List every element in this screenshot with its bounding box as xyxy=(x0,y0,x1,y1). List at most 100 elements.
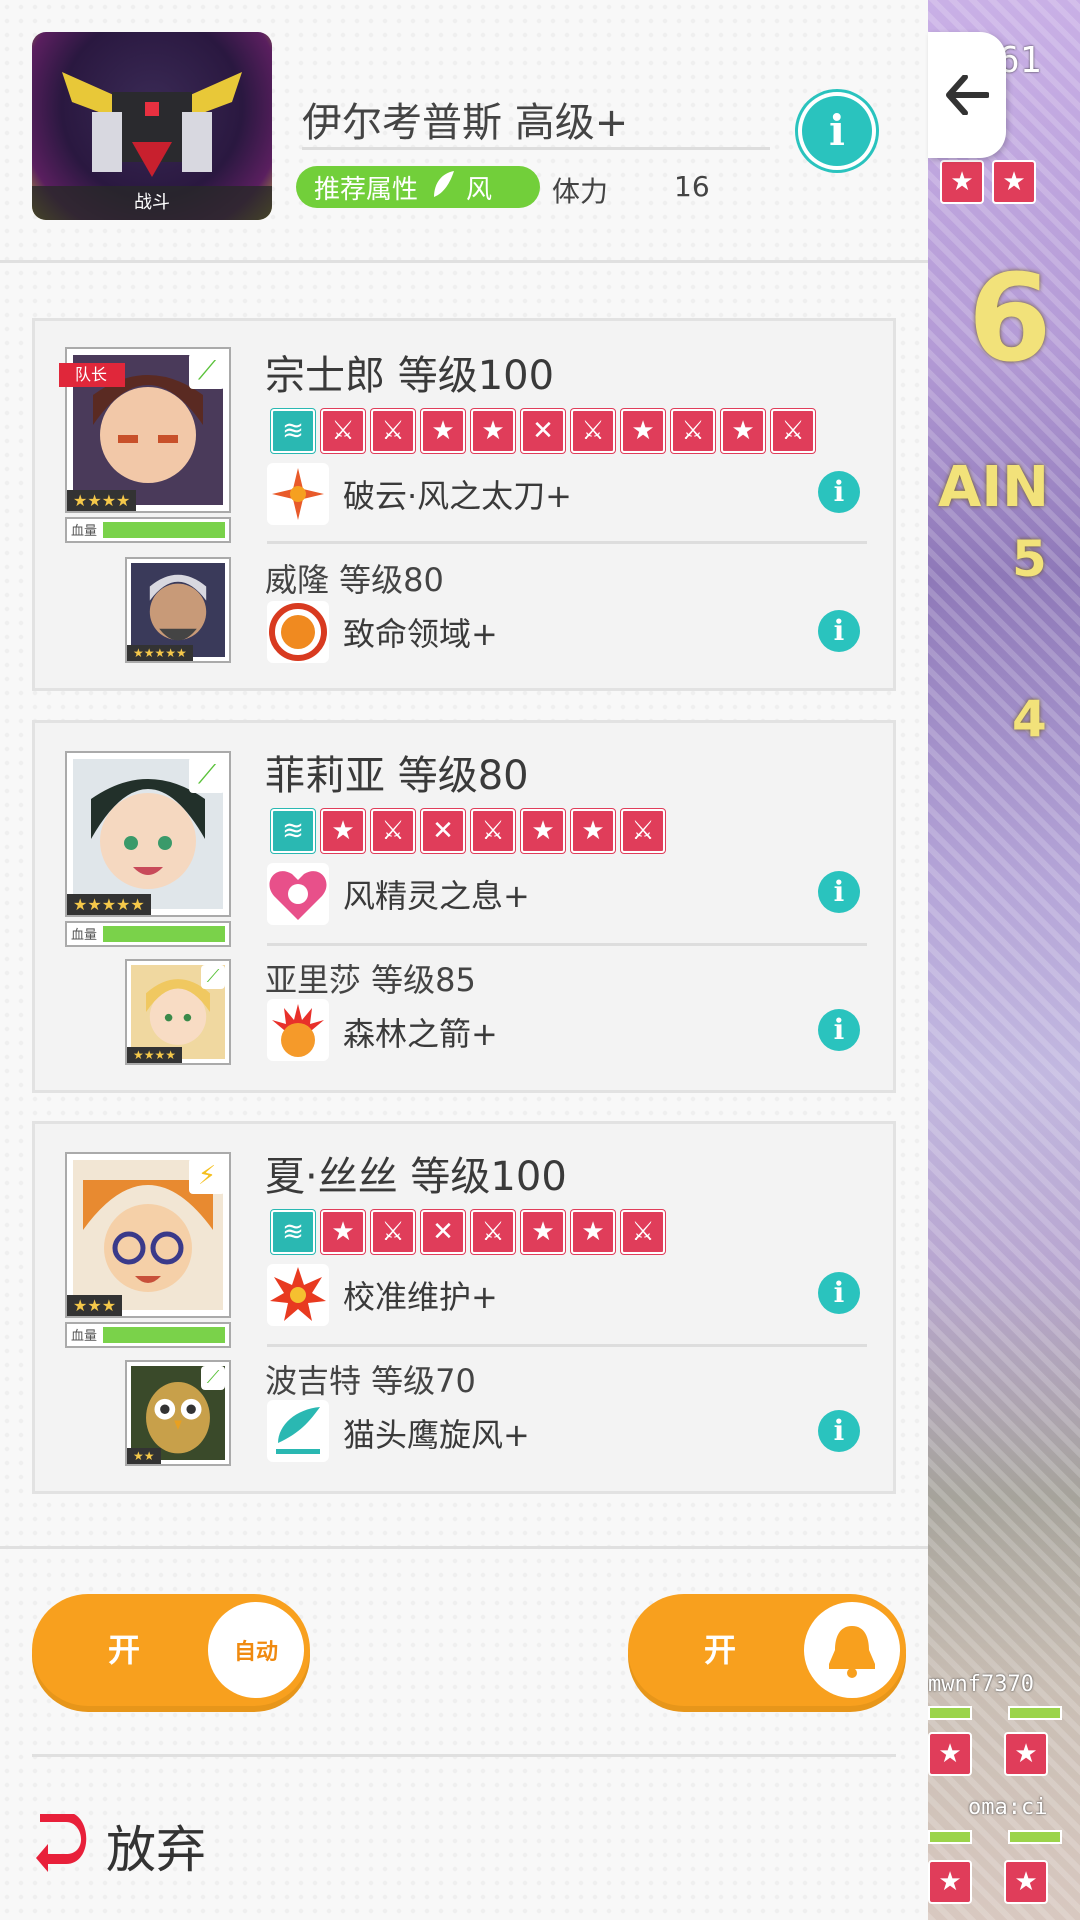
party-panel: 战斗 伊尔考普斯 高级+ 推荐属性 风 体力 16 i 队长 ⟋ ★★★★ 血量… xyxy=(0,0,928,1920)
hp-fill xyxy=(103,522,225,538)
main-character-avatar[interactable]: ⚡ ★★★ xyxy=(65,1152,231,1318)
main-character-name: 夏·丝丝 等级100 xyxy=(265,1154,567,1200)
quest-title: 伊尔考普斯 高级+ xyxy=(302,100,629,146)
main-skill-name: 破云·风之太刀+ xyxy=(343,477,572,515)
star-card-icon: ★ xyxy=(571,809,615,853)
team-slot-3[interactable]: ⚡ ★★★ 血量 夏·丝丝 等级100 ≋ ★ ⚔ ✕ ⚔ ★ ★ ⚔ 校准维护… xyxy=(32,1121,896,1494)
bell-icon xyxy=(804,1602,900,1698)
row-divider xyxy=(267,541,867,544)
player-name-1: mwnf7370 xyxy=(928,1672,1034,1697)
sub-skill-name: 致命领域+ xyxy=(343,615,498,653)
wind-card-icon: ≋ xyxy=(271,1210,315,1254)
rarity-stars: ★★★ xyxy=(67,1295,123,1316)
auto-battle-toggle[interactable]: 开 自动 xyxy=(32,1594,310,1706)
star-card-icon: ★ xyxy=(471,409,515,453)
backdrop-card: ★ xyxy=(1004,1860,1048,1904)
slash-card-icon: ✕ xyxy=(421,1210,465,1254)
auto-toggle-knob: 自动 xyxy=(208,1602,304,1698)
hp-fill xyxy=(103,1327,225,1343)
rarity-stars: ★★★★ xyxy=(67,490,137,511)
sub-skill-info-button[interactable]: i xyxy=(818,1009,860,1051)
sword-card-icon: ⚔ xyxy=(371,409,415,453)
rarity-stars: ★★★★★ xyxy=(127,645,193,661)
main-skill-name: 校准维护+ xyxy=(343,1278,498,1316)
sub-skill-info-button[interactable]: i xyxy=(818,1410,860,1452)
auto-toggle-state: 开 xyxy=(108,1631,141,1669)
team-list-divider xyxy=(0,1546,928,1549)
backdrop-card: ★ xyxy=(1004,1732,1048,1776)
abandon-label: 放弃 xyxy=(106,1821,206,1879)
player-hp-bar xyxy=(928,1830,972,1844)
arrow-left-icon xyxy=(946,75,989,115)
hp-bar: 血量 xyxy=(65,517,231,543)
sword-card-icon: ⚔ xyxy=(771,409,815,453)
team-slot-2[interactable]: ⟋ ★★★★★ 血量 菲莉亚 等级80 ≋ ★ ⚔ ✕ ⚔ ★ ★ ⚔ 风精灵之… xyxy=(32,720,896,1093)
rarity-stars: ★★★★★ xyxy=(67,894,151,915)
slash-card-icon: ✕ xyxy=(421,809,465,853)
sub-character-name: 波吉特 等级70 xyxy=(265,1362,476,1400)
stamina-label: 体力 xyxy=(552,175,609,208)
character-portrait-icon xyxy=(131,563,225,657)
thunder-element-icon: ⚡ xyxy=(189,1158,225,1194)
player-hp-bar xyxy=(928,1706,972,1720)
sword-card-icon: ⚔ xyxy=(471,809,515,853)
star-card-icon: ★ xyxy=(321,1210,365,1254)
leader-tag: 队长 xyxy=(59,363,126,387)
recommended-label: 推荐属性 xyxy=(314,174,419,205)
sub-skill-info-button[interactable]: i xyxy=(818,610,860,652)
sub-skill-name: 猫头鹰旋风+ xyxy=(343,1416,530,1454)
sub-character-avatar[interactable]: ⟋ ★★★★ xyxy=(125,959,231,1065)
footer-divider xyxy=(32,1754,896,1757)
wind-element-icon: ⟋ xyxy=(189,757,225,793)
team-slot-1[interactable]: 队长 ⟋ ★★★★ 血量 宗士郎 等级100 ≋ ⚔ ⚔ ★ ★ ✕ ⚔ ★ ⚔… xyxy=(32,318,896,691)
hp-label: 血量 xyxy=(71,1329,98,1344)
quest-boss-thumbnail: 战斗 xyxy=(32,32,272,220)
wind-element-icon: ⟋ xyxy=(189,353,225,389)
rarity-stars: ★★★★ xyxy=(127,1047,183,1063)
sub-character-avatar[interactable]: ★★★★★ xyxy=(125,557,231,663)
backdrop-card: ★ xyxy=(940,160,984,204)
hp-bar: 血量 xyxy=(65,921,231,947)
star-card-icon: ★ xyxy=(321,809,365,853)
hp-bar: 血量 xyxy=(65,1322,231,1348)
row-divider xyxy=(267,1344,867,1347)
sub-skill-name: 森林之箭+ xyxy=(343,1015,498,1053)
combo-number: 6 xyxy=(968,250,1052,389)
backdrop-card: ★ xyxy=(992,160,1036,204)
sword-card-icon: ⚔ xyxy=(621,809,665,853)
game-backdrop: 61 ★ ★ 6 AIN 5 4 mwnf7370 ★ ★ oma:ci ★ ★ xyxy=(928,0,1080,1920)
main-skill-info-button[interactable]: i xyxy=(818,471,860,513)
card-deck: ≋ ★ ⚔ ✕ ⚔ ★ ★ ⚔ xyxy=(271,809,665,853)
explosion-icon xyxy=(267,1264,329,1326)
hp-label: 血量 xyxy=(71,928,98,943)
quest-type-tag: 战斗 xyxy=(32,186,272,220)
star-card-icon: ★ xyxy=(521,1210,565,1254)
main-skill-info-button[interactable]: i xyxy=(818,871,860,913)
sub-character-name: 亚里莎 等级85 xyxy=(265,961,476,999)
card-deck: ≋ ★ ⚔ ✕ ⚔ ★ ★ ⚔ xyxy=(271,1210,665,1254)
main-skill-info-button[interactable]: i xyxy=(818,1272,860,1314)
main-skill-name: 风精灵之息+ xyxy=(343,877,530,915)
sword-card-icon: ⚔ xyxy=(571,409,615,453)
sword-card-icon: ⚔ xyxy=(371,809,415,853)
wind-card-icon: ≋ xyxy=(271,409,315,453)
sword-card-icon: ⚔ xyxy=(671,409,715,453)
wind-element-icon: ⟋ xyxy=(201,1366,225,1390)
main-character-avatar[interactable]: ⟋ ★★★★★ xyxy=(65,751,231,917)
wind-feather-icon xyxy=(267,1400,329,1462)
quest-info-button[interactable]: i xyxy=(802,96,872,166)
main-character-avatar[interactable]: 队长 ⟋ ★★★★ xyxy=(59,347,231,513)
abandon-button[interactable]: 放弃 xyxy=(30,1810,206,1882)
sword-card-icon: ⚔ xyxy=(471,1210,515,1254)
main-character-name: 菲莉亚 等级80 xyxy=(265,753,529,799)
auto-label: 自动 xyxy=(233,1640,278,1665)
sub-character-avatar[interactable]: ⟋ ★★ xyxy=(125,1360,231,1466)
player-name-2: oma:ci xyxy=(968,1795,1048,1820)
notification-toggle-state: 开 xyxy=(704,1631,737,1669)
notification-toggle[interactable]: 开 xyxy=(628,1594,906,1706)
wind-card-icon: ≋ xyxy=(271,809,315,853)
star-card-icon: ★ xyxy=(571,1210,615,1254)
back-button[interactable] xyxy=(928,32,1006,158)
header-divider xyxy=(0,260,928,263)
backdrop-card: ★ xyxy=(928,1732,972,1776)
